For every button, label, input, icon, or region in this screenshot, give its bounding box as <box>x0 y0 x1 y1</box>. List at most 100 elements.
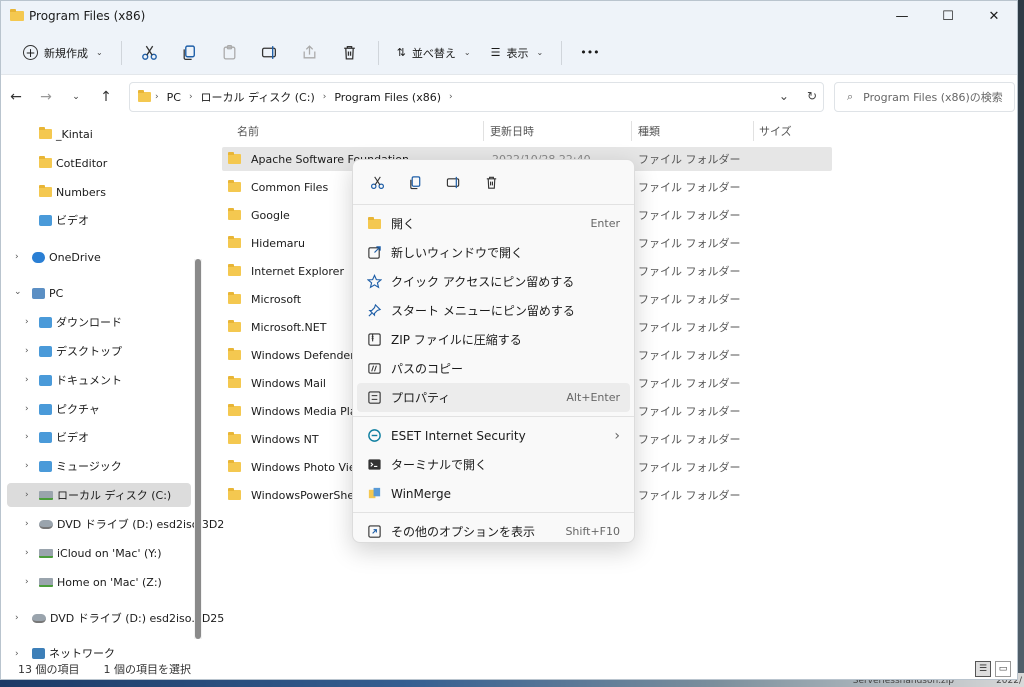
chevron-right-icon[interactable]: › <box>25 375 29 385</box>
sidebar-item-label: ダウンロード <box>56 316 122 329</box>
menu-item-label: 開く <box>391 217 416 231</box>
chevron-down-icon: ⌄ <box>536 48 544 57</box>
menu-item-open-new-window[interactable]: 新しいウィンドウで開く <box>353 238 634 267</box>
scissors-icon <box>142 45 158 60</box>
sidebar-item-pc[interactable]: PC <box>32 281 63 305</box>
menu-item-terminal[interactable]: ターミナルで開く <box>353 450 634 479</box>
tiles-view-button[interactable]: ▭ <box>995 661 1011 677</box>
forward-button[interactable]: → <box>31 89 61 105</box>
column-header-type[interactable]: 種類 <box>638 119 660 143</box>
menu-item-winmerge[interactable]: WinMerge <box>353 479 634 508</box>
chevron-right-icon[interactable]: › <box>15 252 19 262</box>
folder-icon <box>39 127 52 139</box>
chevron-right-icon[interactable]: › <box>25 519 29 529</box>
menu-item-pin-start[interactable]: スタート メニューにピン留めする <box>353 296 634 325</box>
column-divider[interactable] <box>753 121 754 141</box>
ctx-copy-button[interactable] <box>399 167 431 197</box>
menu-item-copy-path[interactable]: パスのコピー <box>353 354 634 383</box>
share-button[interactable] <box>290 38 330 68</box>
breadcrumb-c-drive[interactable]: ローカル ディスク (C:) <box>201 89 315 105</box>
desktop-icon <box>39 345 52 357</box>
terminal-icon <box>366 457 382 473</box>
delete-button[interactable] <box>330 38 370 68</box>
back-button[interactable]: ← <box>1 89 31 105</box>
minimize-button[interactable]: — <box>879 1 925 31</box>
search-input[interactable]: ⌕ Program Files (x86)の検索 <box>834 82 1015 112</box>
close-button[interactable]: ✕ <box>971 1 1017 31</box>
chevron-right-icon[interactable]: › <box>25 346 29 356</box>
menu-item-pin-quick-access[interactable]: クイック アクセスにピン留めする <box>353 267 634 296</box>
sidebar-item-icloud[interactable]: iCloud on 'Mac' (Y:) <box>39 541 162 565</box>
cut-button[interactable] <box>130 38 170 68</box>
sidebar-item-music[interactable]: ミュージック <box>39 454 122 478</box>
file-type: ファイル フォルダー <box>638 265 741 278</box>
folder-icon <box>39 156 52 168</box>
scrollbar-thumb[interactable] <box>195 259 201 639</box>
maximize-button[interactable]: ☐ <box>925 1 971 31</box>
chevron-right-icon[interactable]: › <box>25 548 29 558</box>
sidebar-item-onedrive[interactable]: OneDrive <box>32 245 101 269</box>
chevron-right-icon[interactable]: › <box>15 613 19 623</box>
sidebar-item-home[interactable]: Home on 'Mac' (Z:) <box>39 570 162 594</box>
sidebar-item-videos-quick[interactable]: ビデオ <box>39 208 89 232</box>
chevron-right-icon[interactable]: › <box>25 317 29 327</box>
sidebar-item-numbers[interactable]: Numbers <box>39 180 106 204</box>
chevron-right-icon[interactable]: › <box>25 490 29 500</box>
menu-item-zip[interactable]: ZIP ファイルに圧縮する <box>353 325 634 354</box>
menu-item-more-options[interactable]: その他のオプションを表示 Shift+F10 <box>353 517 634 546</box>
dvd-icon <box>39 519 53 529</box>
sort-button[interactable]: ⇅ 並べ替え ⌄ <box>387 38 481 68</box>
address-dropdown-button[interactable]: ⌄ <box>779 89 789 103</box>
menu-item-properties[interactable]: プロパティ Alt+Enter <box>357 383 630 412</box>
sidebar-item-downloads[interactable]: ダウンロード <box>39 310 122 334</box>
sidebar-item-label: Home on 'Mac' (Z:) <box>57 575 162 589</box>
column-header-date[interactable]: 更新日時 <box>490 119 534 143</box>
sidebar-item-documents[interactable]: ドキュメント <box>39 368 122 392</box>
sidebar-item-label: iCloud on 'Mac' (Y:) <box>57 546 162 560</box>
copy-button[interactable] <box>170 38 210 68</box>
ctx-delete-button[interactable] <box>475 167 507 197</box>
new-button[interactable]: + 新規作成 ⌄ <box>13 38 113 68</box>
details-view-button[interactable]: ☰ <box>975 661 991 677</box>
sidebar-item-pictures[interactable]: ピクチャ <box>39 397 100 421</box>
address-bar[interactable]: › PC › ローカル ディスク (C:) › Program Files (x… <box>129 82 824 112</box>
chevron-right-icon[interactable]: › <box>15 649 19 659</box>
breadcrumb-program-files[interactable]: Program Files (x86) <box>334 91 441 104</box>
file-type: ファイル フォルダー <box>638 349 741 362</box>
sidebar-item-coteditor[interactable]: CotEditor <box>39 151 107 175</box>
more-button[interactable]: ••• <box>570 38 609 68</box>
column-header-name[interactable]: 名前 <box>237 119 259 143</box>
plus-icon: + <box>23 45 38 60</box>
file-name: Hidemaru <box>251 236 306 250</box>
refresh-button[interactable]: ↻ <box>807 89 817 103</box>
breadcrumb-pc[interactable]: PC <box>167 91 181 104</box>
menu-item-eset[interactable]: ESET Internet Security › <box>353 421 634 450</box>
column-divider[interactable] <box>483 121 484 141</box>
sidebar-item-videos[interactable]: ビデオ <box>39 425 89 449</box>
file-type: ファイル フォルダー <box>638 461 741 474</box>
chevron-down-icon[interactable]: ⌄ <box>14 287 22 297</box>
rename-button[interactable] <box>250 38 290 68</box>
rename-icon <box>262 46 277 59</box>
column-header-size[interactable]: サイズ <box>759 119 792 143</box>
column-divider[interactable] <box>631 121 632 141</box>
chevron-right-icon[interactable]: › <box>25 577 29 587</box>
sidebar-item-kintai[interactable]: _Kintai <box>39 122 93 146</box>
winmerge-icon <box>366 486 382 502</box>
star-icon <box>366 274 382 290</box>
view-button[interactable]: ☰ 表示 ⌄ <box>481 38 554 68</box>
recent-button[interactable]: ⌄ <box>61 92 91 102</box>
chevron-right-icon[interactable]: › <box>25 461 29 471</box>
chevron-right-icon[interactable]: › <box>25 432 29 442</box>
up-button[interactable]: ↑ <box>91 89 121 105</box>
chevron-right-icon: › <box>188 92 193 102</box>
menu-item-open[interactable]: 開く Enter <box>353 209 634 238</box>
chevron-right-icon[interactable]: › <box>25 404 29 414</box>
sidebar-item-local-disk[interactable]: ローカル ディスク (C:) <box>39 483 171 507</box>
paste-button[interactable] <box>210 38 250 68</box>
ctx-rename-button[interactable] <box>437 167 469 197</box>
ctx-cut-button[interactable] <box>361 167 393 197</box>
menu-item-label: パスのコピー <box>391 362 464 376</box>
folder-icon <box>228 292 241 304</box>
sidebar-item-desktop[interactable]: デスクトップ <box>39 339 122 363</box>
